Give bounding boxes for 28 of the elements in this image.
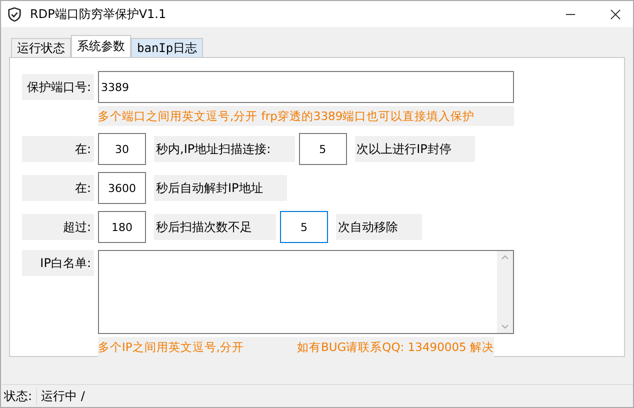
field-text: 次自动移除 [336, 214, 422, 240]
port-field[interactable]: 3389 [98, 71, 514, 103]
tab[interactable]: 运行状态 [11, 38, 71, 57]
status-label: 状态: [4, 388, 32, 404]
field-label: 在: [22, 175, 94, 201]
number-field[interactable]: 5 [298, 133, 347, 165]
number-field[interactable]: 30 [98, 133, 146, 165]
field-text: 秒内,IP地址扫描连接: [154, 136, 295, 162]
shield-icon [7, 6, 22, 22]
status-value: 运行中 / [36, 388, 85, 404]
number-field[interactable]: 5 [280, 211, 328, 243]
field-label: 在: [22, 136, 94, 162]
hint-text: 多个IP之间用英文逗号,分开 [98, 340, 244, 354]
field-label: 保护端口号: [22, 74, 94, 100]
tab[interactable]: 系统参数 [71, 35, 131, 57]
contact-text: 如有BUG请联系QQ: 13490005 解决 [296, 340, 494, 354]
tab[interactable]: banIp日志 [131, 38, 204, 57]
field-text: 次以上进行IP封停 [354, 136, 476, 162]
hint-text: 多个端口之间用英文逗号,分开 frp穿透的3389端口也可以直接填入保护 [98, 106, 514, 126]
number-field[interactable]: 180 [98, 211, 146, 243]
field-text: 秒后扫描次数不足 [154, 214, 276, 240]
field-label: IP白名单: [22, 250, 94, 276]
number-field[interactable]: 3600 [98, 172, 146, 204]
whitelist-field[interactable] [98, 250, 514, 334]
field-text: 秒后自动解封IP地址 [154, 175, 287, 201]
window-title: RDP端口防穷举保护V1.1 [30, 6, 166, 22]
close-icon[interactable] [610, 8, 621, 20]
field-label: 超过: [22, 214, 94, 240]
